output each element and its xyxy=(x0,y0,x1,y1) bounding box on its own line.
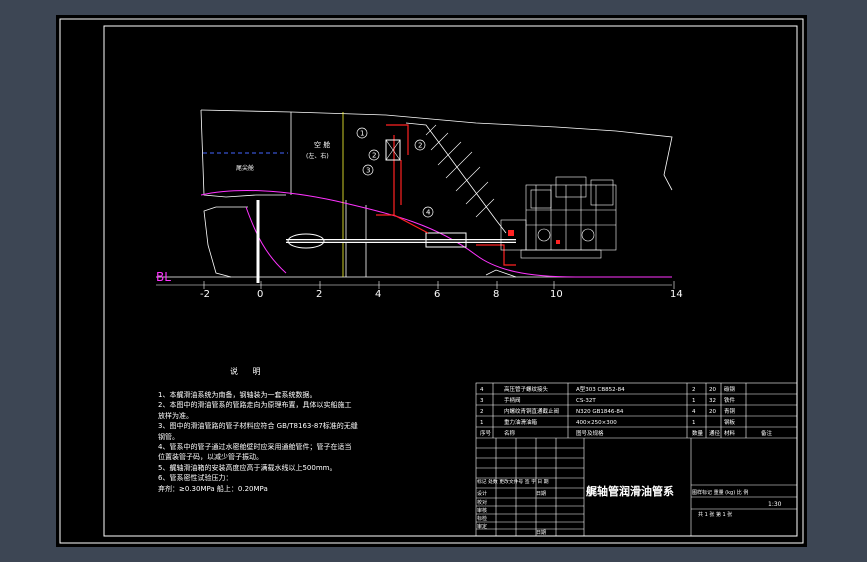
parts-cell: 20 xyxy=(709,387,716,393)
compartment-sub-label: (左、右) xyxy=(306,152,329,160)
parts-cell: 32 xyxy=(709,398,716,404)
role-extra-2: 日期 xyxy=(536,530,546,536)
rudder-curve xyxy=(245,206,287,274)
callout-number: 2 xyxy=(418,142,422,150)
role-label: 审核 xyxy=(477,507,487,514)
parts-cell: 1 xyxy=(692,398,696,404)
notes-title: 说 明 xyxy=(230,367,267,376)
parts-header-cell: 序号 xyxy=(480,429,492,437)
parts-cell: A型303 CB852-84 xyxy=(576,385,625,393)
title-block-grid xyxy=(475,382,798,537)
parts-cell: 高压管子螺纹接头 xyxy=(504,385,549,393)
ruler-tick-label: 10 xyxy=(550,289,563,300)
parts-cell: 铁件 xyxy=(724,396,736,404)
parts-header-cell: 名称 xyxy=(504,429,516,437)
parts-header-cell: 备注 xyxy=(761,429,773,437)
parts-cell: 手柄阀 xyxy=(504,396,521,404)
bl-label: BL xyxy=(156,270,171,284)
parts-cell: 2 xyxy=(480,409,484,415)
parts-cell: 3 xyxy=(480,398,484,404)
ruler-ticks: -2 0 2 4 6 8 10 14 xyxy=(200,281,683,300)
ruler-tick-label: -2 xyxy=(200,289,210,300)
drawing-title: 艉轴管润滑油管系 xyxy=(586,484,674,498)
role-label: 设计 xyxy=(477,490,487,497)
callout-number: 4 xyxy=(426,209,431,217)
callout-number: 2 xyxy=(372,152,376,160)
oil-piping xyxy=(376,124,516,266)
callouts: 12342 xyxy=(356,127,434,218)
ruler-tick-label: 8 xyxy=(493,289,499,300)
main-engine xyxy=(500,176,617,259)
ruler-tick-label: 4 xyxy=(375,289,381,300)
ruler-tick-label: 6 xyxy=(434,289,440,300)
compartment-label: 空 舱 xyxy=(314,140,330,149)
parts-cell: N320 GB1846-84 xyxy=(576,409,624,415)
parts-cell: 钢板 xyxy=(724,418,736,426)
note-line: 弃剂：≥0.30MPa 船上：0.20MPa xyxy=(158,484,268,493)
roles-list: 设计校对审核标检审定 xyxy=(477,490,487,530)
parts-table: 4 高压管子螺纹接头 A型303 CB852-84 2 20 碳钢 3 手柄阀 CS-32T 1 3… xyxy=(480,385,773,437)
revision-header: 标记 处数 更改文件号 签 字 日 期 xyxy=(477,478,549,485)
parts-header-cell: 通径 xyxy=(709,429,721,437)
parts-cell: 青铜 xyxy=(724,407,736,415)
parts-cell: 20 xyxy=(709,409,716,415)
role-label: 审定 xyxy=(477,523,487,530)
stage-header: 图样标记 重量 (kg) 比 例 xyxy=(692,489,748,496)
parts-cell: 1 xyxy=(480,420,484,426)
parts-cell: 1 xyxy=(692,420,696,426)
sheet-info: 共 1 张 第 1 张 xyxy=(698,511,732,518)
role-extra-1: 日期 xyxy=(536,491,546,497)
aft-peak-label: 尾尖舱 xyxy=(236,164,254,172)
parts-cell: 内螺纹青铜直通截止阀 xyxy=(504,407,559,415)
parts-header-cell: 材料 xyxy=(724,429,736,437)
hull-bottom-curve xyxy=(200,190,672,278)
ruler-tick-label: 14 xyxy=(670,289,683,300)
parts-cell: 碳钢 xyxy=(724,385,736,393)
note-line: 3、图中的滑油管路的管子材料应符合 GB/T8163-87标准的无缝 xyxy=(158,422,358,431)
role-label: 标检 xyxy=(477,515,487,522)
callout-number: 1 xyxy=(360,130,364,138)
ruler-tick-label: 0 xyxy=(257,289,263,300)
parts-header-cell: 图号及规格 xyxy=(576,429,604,437)
parts-header-cell: 数量 xyxy=(692,429,704,437)
parts-cell: CS-32T xyxy=(576,398,596,404)
role-label: 校对 xyxy=(477,499,487,506)
scale-value: 1:30 xyxy=(768,501,782,508)
parts-cell: 400×250×300 xyxy=(576,420,617,426)
callout-number: 3 xyxy=(366,167,370,175)
ruler-tick-label: 2 xyxy=(316,289,322,300)
parts-cell: 4 xyxy=(692,409,696,415)
parts-cell: 2 xyxy=(692,387,696,393)
parts-cell: 4 xyxy=(480,387,484,393)
hull-outline xyxy=(156,109,673,278)
parts-cell: 重力油滑油箱 xyxy=(504,418,538,426)
